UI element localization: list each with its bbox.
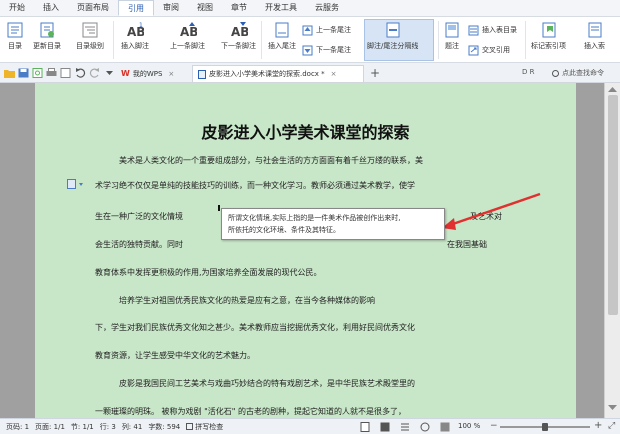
spellcheck-toggle[interactable]: 拼写检查 bbox=[186, 422, 223, 432]
status-pages: 页面: 1/1 bbox=[35, 422, 65, 431]
status-page: 页码: 1 bbox=[6, 422, 30, 431]
status-section: 节: 1/1 bbox=[70, 422, 94, 431]
eye-protect-icon[interactable] bbox=[440, 422, 450, 434]
web-view-icon[interactable] bbox=[420, 422, 430, 434]
tooltip-line: 所谓文化情境,实际上指的是一件美术作品被创作出来时, bbox=[228, 214, 401, 222]
tooltip-line: 所依托的文化环境、条件及其特征。 bbox=[228, 226, 340, 234]
status-words[interactable]: 字数: 594 bbox=[148, 422, 180, 432]
status-column: 列: 41 bbox=[121, 422, 143, 431]
outline-view-icon[interactable] bbox=[400, 422, 410, 434]
zoom-slider-handle[interactable] bbox=[542, 423, 548, 431]
zoom-out-icon[interactable]: − bbox=[490, 421, 498, 431]
footnote-tooltip: 所谓文化情境,实际上指的是一件美术作品被创作出来时, 所依托的文化环境、条件及其… bbox=[221, 208, 445, 240]
page-view-icon[interactable] bbox=[360, 422, 370, 434]
zoom-in-icon[interactable]: + bbox=[594, 420, 602, 431]
zoom-level[interactable]: 100 % bbox=[458, 422, 480, 430]
fullscreen-icon[interactable]: ⤢ bbox=[608, 421, 615, 431]
status-row: 行: 3 bbox=[99, 422, 116, 431]
status-bar: 页码: 1 页面: 1/1 节: 1/1 行: 3 列: 41 字数: 594 … bbox=[0, 418, 620, 434]
reading-view-icon[interactable] bbox=[380, 422, 390, 434]
checkbox-icon bbox=[186, 423, 194, 430]
zoom-slider[interactable] bbox=[500, 423, 590, 431]
